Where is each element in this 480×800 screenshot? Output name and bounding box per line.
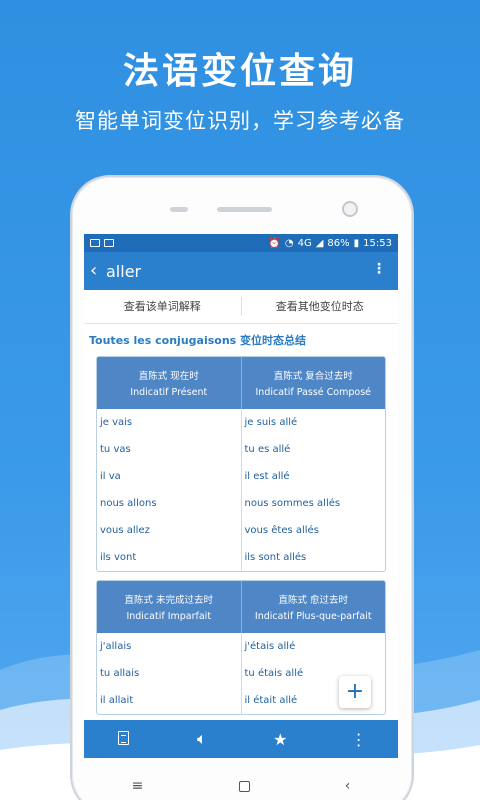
conjugation-form: nous sommes allés (244, 498, 341, 509)
word-title: aller (106, 261, 142, 281)
plus-icon: + (345, 679, 365, 704)
wifi-icon: ◔ (284, 237, 294, 249)
signal-icon: ◢ (315, 237, 324, 249)
image-icon (104, 239, 114, 247)
network-label: 4G (297, 237, 312, 249)
conjugation-column-right: je suis allé tu es allé il est allé nous… (240, 409, 386, 571)
conjugation-form: il est allé (244, 471, 290, 482)
conjugation-form: je suis allé (244, 417, 298, 428)
conjugation-form: ils sont allés (244, 552, 307, 563)
conjugation-form: je vais (100, 417, 133, 428)
conjugation-column-left: je vais tu vas il va nous allons vous al… (97, 409, 241, 571)
more-vertical-icon[interactable]: ⋮ (372, 262, 386, 276)
book-icon (117, 730, 129, 745)
more-vertical-icon: ⋮ (350, 729, 367, 749)
tense-name-fr: Indicatif Passé Composé (255, 387, 372, 398)
bottom-more-button[interactable]: ⋮ (339, 730, 379, 749)
app-screen: ⏰ ◔ 4G ◢ 86% ▮ 15:53 ‹ aller ⋮ 查看该单词解释 查… (84, 234, 398, 758)
tab-definition[interactable]: 查看该单词解释 (84, 290, 241, 323)
earpiece (217, 207, 272, 212)
conjugation-form: ils vont (100, 552, 137, 563)
conjugation-form: nous allons (100, 498, 157, 509)
star-icon: ★ (273, 729, 288, 749)
tense-name-fr: Indicatif Présent (130, 387, 208, 398)
action-tabs: 查看该单词解释 查看其他变位时态 (84, 290, 398, 324)
tense-name-cn: 直陈式 复合过去时 (273, 371, 353, 382)
home-icon[interactable] (238, 780, 250, 792)
clock: 15:53 (363, 237, 392, 249)
tense-name-cn: 直陈式 现在时 (138, 371, 199, 382)
tense-name-cn: 直陈式 愈过去时 (278, 595, 349, 606)
tense-name-fr: Indicatif Imparfait (126, 611, 212, 622)
favorite-button[interactable]: ★ (260, 730, 300, 749)
tense-header-left: 直陈式 未完成过去时 Indicatif Imparfait (97, 581, 241, 633)
tense-header-left: 直陈式 现在时 Indicatif Présent (97, 357, 241, 409)
tense-header-right: 直陈式 愈过去时 Indicatif Plus-que-parfait (240, 581, 386, 633)
table-header: 直陈式 未完成过去时 Indicatif Imparfait 直陈式 愈过去时 … (97, 581, 385, 633)
speaker-icon: 🔈︎ (196, 729, 207, 748)
conjugation-form: vous êtes allés (244, 525, 319, 536)
table-header: 直陈式 现在时 Indicatif Présent 直陈式 复合过去时 Indi… (97, 357, 385, 409)
add-button[interactable]: + (339, 676, 371, 708)
conjugation-column-left: j'allais tu allais il allait (97, 633, 241, 714)
promo-subtitle: 智能单词变位识别，学习参考必备 (75, 109, 405, 133)
conjugation-form: tu allais (100, 668, 140, 679)
conjugation-form: tu es allé (244, 444, 291, 455)
table-body: je vais tu vas il va nous allons vous al… (97, 409, 385, 571)
battery-icon: ▮ (353, 237, 360, 249)
conjugation-form: il va (100, 471, 121, 482)
section-title: Toutes les conjugaisons 变位时态总结 (89, 334, 307, 347)
tense-name-fr: Indicatif Plus-que-parfait (254, 611, 372, 622)
alarm-icon: ⏰ (268, 237, 281, 249)
battery-text: 86% (327, 237, 350, 249)
promo-title: 法语变位查询 (122, 51, 357, 92)
conjugation-form: vous allez (100, 525, 150, 536)
back-icon[interactable]: ‹ (345, 778, 351, 794)
conjugation-table-1: 直陈式 现在时 Indicatif Présent 直陈式 复合过去时 Indi… (96, 356, 386, 572)
conjugation-form: il allait (100, 695, 134, 706)
tense-name-cn: 直陈式 未完成过去时 (124, 595, 214, 606)
chevron-left-icon[interactable]: ‹ (90, 252, 104, 290)
system-nav-bar: ≡ ‹ (84, 772, 398, 800)
tense-header-right: 直陈式 复合过去时 Indicatif Passé Composé (240, 357, 386, 409)
tab-other-tenses[interactable]: 查看其他变位时态 (242, 290, 399, 323)
app-bar: ‹ aller ⋮ (84, 252, 398, 290)
dictionary-button[interactable] (103, 730, 143, 749)
notification-icon (90, 239, 100, 247)
menu-icon[interactable]: ≡ (132, 778, 144, 794)
front-camera (342, 201, 358, 217)
sensor (170, 207, 188, 212)
conjugation-form: j'allais (100, 641, 132, 652)
conjugation-form: tu vas (100, 444, 131, 455)
status-bar: ⏰ ◔ 4G ◢ 86% ▮ 15:53 (84, 234, 398, 252)
bottom-toolbar: 🔈︎ ★ ⋮ (84, 720, 398, 758)
conjugation-form: j'étais allé (244, 641, 296, 652)
pronunciation-button[interactable]: 🔈︎ (182, 729, 222, 749)
